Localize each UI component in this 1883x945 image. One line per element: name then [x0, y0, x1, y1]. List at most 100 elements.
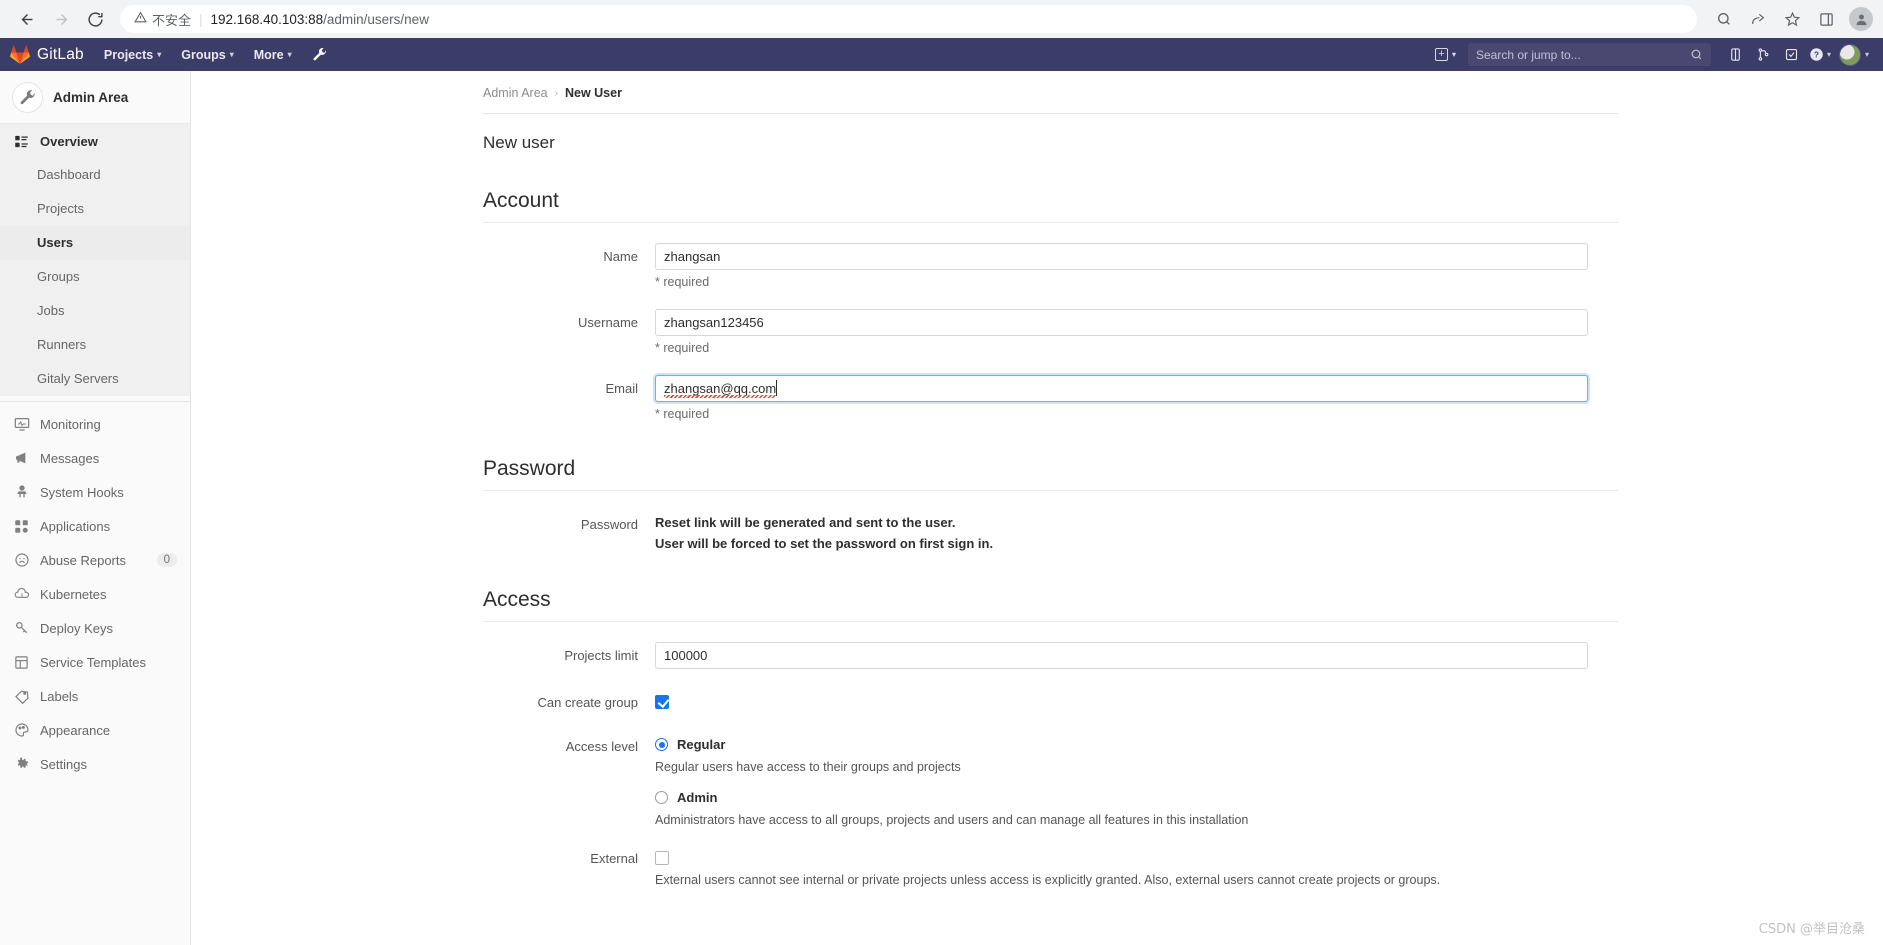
section-title-access: Access: [483, 588, 1618, 623]
page-title: New user: [483, 133, 555, 152]
sidebar-item-gitaly-servers[interactable]: Gitaly Servers: [0, 362, 190, 396]
gear-icon: [13, 756, 30, 773]
megaphone-icon: [13, 450, 30, 467]
reload-button[interactable]: [78, 4, 112, 34]
access-level-option-admin: Admin Administrators have access to all …: [655, 790, 1588, 827]
name-required-hint: * required: [655, 275, 710, 289]
breadcrumb-separator: ›: [554, 87, 558, 99]
nav-groups[interactable]: Groups ▾: [181, 48, 233, 62]
username-required-hint: * required: [655, 341, 710, 355]
sidebar-item-service-templates[interactable]: Service Templates: [0, 645, 190, 679]
name-label: Name: [603, 249, 638, 264]
user-menu[interactable]: ▾: [1835, 42, 1873, 68]
search-icon: [1691, 49, 1702, 60]
sidebar-item-jobs[interactable]: Jobs: [0, 294, 190, 328]
sidebar-header[interactable]: Admin Area: [0, 71, 190, 124]
access-level-admin-description: Administrators have access to all groups…: [655, 813, 1249, 828]
back-button[interactable]: [10, 4, 44, 34]
username-label: Username: [578, 315, 638, 330]
nav-projects[interactable]: Projects ▾: [104, 48, 161, 62]
sidebar-item-dashboard[interactable]: Dashboard: [0, 158, 190, 192]
sidebar-item-label: Applications: [40, 518, 111, 534]
bookmark-star-icon[interactable]: [1777, 4, 1807, 34]
form-row-username: Username * required: [483, 309, 1618, 355]
browser-toolbar: 不安全 | 192.168.40.103:88/admin/users/new: [0, 0, 1883, 38]
form-row-can-create-group: Can create group: [483, 693, 1618, 711]
profile-avatar-icon[interactable]: [1849, 7, 1873, 31]
admin-area-wrench-icon[interactable]: [312, 47, 327, 62]
merge-requests-icon[interactable]: [1751, 42, 1777, 68]
not-secure-label: 不安全: [152, 12, 192, 28]
not-secure-warning-icon: [134, 11, 147, 27]
access-level-admin-radio[interactable]: [655, 791, 668, 805]
address-bar[interactable]: 不安全 | 192.168.40.103:88/admin/users/new: [120, 5, 1697, 33]
sidebar-item-label: Overview: [40, 133, 98, 149]
side-panel-icon[interactable]: [1811, 4, 1841, 34]
main-content: Admin Area › New User New user Account N…: [191, 71, 1883, 945]
external-checkbox[interactable]: [655, 850, 669, 865]
sidebar-item-runners[interactable]: Runners: [0, 328, 190, 362]
todos-icon[interactable]: [1779, 42, 1805, 68]
sidebar-item-label: System Hooks: [40, 484, 124, 500]
sidebar-item-settings[interactable]: Settings: [0, 747, 190, 781]
chevron-down-icon: ▾: [229, 50, 234, 59]
forward-button[interactable]: [44, 4, 78, 34]
sidebar-item-label: Deploy Keys: [40, 620, 113, 636]
section-title-account: Account: [483, 189, 1618, 223]
sidebar-item-groups[interactable]: Groups: [0, 260, 190, 294]
username-input[interactable]: [655, 309, 1588, 336]
access-level-admin-label[interactable]: Admin: [677, 790, 717, 805]
sidebar-item-overview[interactable]: Overview: [0, 124, 190, 158]
sidebar-item-users[interactable]: Users: [0, 226, 190, 260]
sidebar-item-system-hooks[interactable]: System Hooks: [0, 475, 190, 509]
sidebar-item-appearance[interactable]: Appearance: [0, 713, 190, 747]
omnibox-divider: |: [199, 11, 203, 27]
kubernetes-icon: [13, 586, 30, 603]
projects-limit-label: Projects limit: [564, 648, 638, 664]
breadcrumb-admin-area[interactable]: Admin Area: [483, 86, 548, 100]
sidebar-item-labels[interactable]: Labels: [0, 679, 190, 713]
sidebar-item-abuse-reports[interactable]: Abuse Reports 0: [0, 543, 190, 577]
breadcrumb-new-user[interactable]: New User: [565, 86, 622, 100]
sidebar-item-deploy-keys[interactable]: Deploy Keys: [0, 611, 190, 645]
sidebar-item-kubernetes[interactable]: Kubernetes: [0, 577, 190, 611]
name-input[interactable]: [655, 243, 1588, 270]
external-label: External: [590, 851, 638, 867]
can-create-group-checkbox[interactable]: [655, 694, 669, 709]
sidebar-item-applications[interactable]: Applications: [0, 509, 190, 543]
new-item-dropdown[interactable]: + ▾: [1429, 48, 1462, 61]
projects-limit-input[interactable]: [655, 642, 1588, 670]
sidebar-item-label: Labels: [40, 688, 79, 704]
search-icon[interactable]: [1709, 4, 1739, 34]
sidebar-item-messages[interactable]: Messages: [0, 441, 190, 475]
url-host: 192.168.40.103:88: [210, 11, 324, 27]
external-description: External users cannot see internal or pr…: [655, 873, 1441, 888]
monitor-icon: [13, 416, 30, 433]
page-body: Admin Area Overview Dashboard Projects U…: [0, 71, 1883, 945]
text-cursor: [776, 380, 777, 396]
sidebar-divider: [0, 401, 190, 402]
avatar: [1838, 43, 1861, 66]
access-level-regular-label[interactable]: Regular: [677, 737, 725, 752]
sidebar-item-monitoring[interactable]: Monitoring: [0, 407, 190, 441]
gitlab-home-link[interactable]: GitLab: [10, 44, 84, 65]
breadcrumb: Admin Area › New User: [483, 71, 1618, 100]
access-level-regular-radio[interactable]: [655, 738, 668, 752]
form-row-password: Password Reset link will be generated an…: [483, 511, 1618, 552]
chevron-down-icon: ▾: [1451, 50, 1456, 59]
help-icon[interactable]: ? ▾: [1807, 42, 1833, 68]
chevron-down-icon: ▾: [157, 50, 162, 59]
nav-more[interactable]: More ▾: [254, 48, 292, 62]
label-tag-icon: [13, 688, 30, 705]
template-layout-icon: [13, 654, 30, 671]
can-create-group-label: Can create group: [537, 695, 638, 711]
sidebar-item-projects[interactable]: Projects: [0, 192, 190, 226]
issues-icon[interactable]: [1723, 42, 1749, 68]
breadcrumb-divider: [483, 113, 1618, 114]
chevron-down-icon: ▾: [1826, 50, 1831, 59]
search-input[interactable]: Search or jump to...: [1467, 43, 1711, 66]
gitlab-brand-label: GitLab: [37, 45, 84, 63]
section-title-password: Password: [483, 457, 1618, 491]
email-input[interactable]: [655, 375, 1588, 402]
share-icon[interactable]: [1743, 4, 1773, 34]
